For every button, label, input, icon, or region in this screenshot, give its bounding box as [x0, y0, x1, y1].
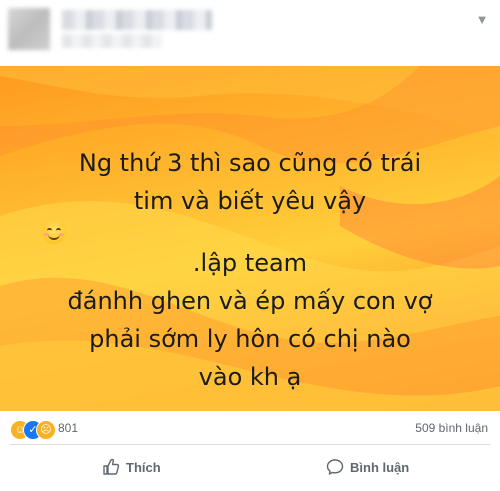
post-meta-blurred: [62, 34, 162, 48]
sad-icon: ☹: [36, 420, 56, 440]
comment-button[interactable]: Bình luận: [326, 453, 409, 481]
chevron-down-icon[interactable]: ▼: [474, 13, 490, 26]
comment-count[interactable]: 509 bình luận: [415, 421, 488, 435]
avatar[interactable]: [8, 8, 50, 50]
post-header: ▼: [0, 0, 500, 64]
status-line: Ng thứ 3 thì sao cũng có trái: [78, 149, 422, 177]
comment-icon: [326, 459, 344, 475]
status-line: phải sớm ly hôn có chị nào: [89, 325, 411, 353]
author-name-blurred[interactable]: [62, 10, 212, 30]
status-line: vào kh ạ: [198, 363, 302, 391]
like-label: Thích: [126, 459, 161, 475]
status-line: tim và biết yêu vậy .lập team: [40, 182, 460, 282]
like-button[interactable]: Thích: [102, 453, 161, 481]
status-text: Ng thứ 3 thì sao cũng có trái tim và biế…: [40, 144, 460, 396]
status-line: đánhh ghen và ép mấy con vợ: [67, 287, 433, 315]
smiling-face-emoji-icon: [42, 220, 66, 244]
comment-label: Bình luận: [350, 459, 410, 475]
thumbs-up-icon: [103, 458, 120, 475]
action-bar: Thích Bình luận: [0, 449, 500, 487]
facebook-post: ▼ Ng thứ 3 thì sao cũng có trái tim và b…: [0, 0, 500, 491]
status-background: Ng thứ 3 thì sao cũng có trái tim và biế…: [0, 66, 500, 411]
divider: [10, 444, 490, 445]
reaction-count[interactable]: 801: [58, 421, 78, 435]
reactions-bar: ☺ ✓ ☹ 801 509 bình luận: [0, 418, 500, 444]
